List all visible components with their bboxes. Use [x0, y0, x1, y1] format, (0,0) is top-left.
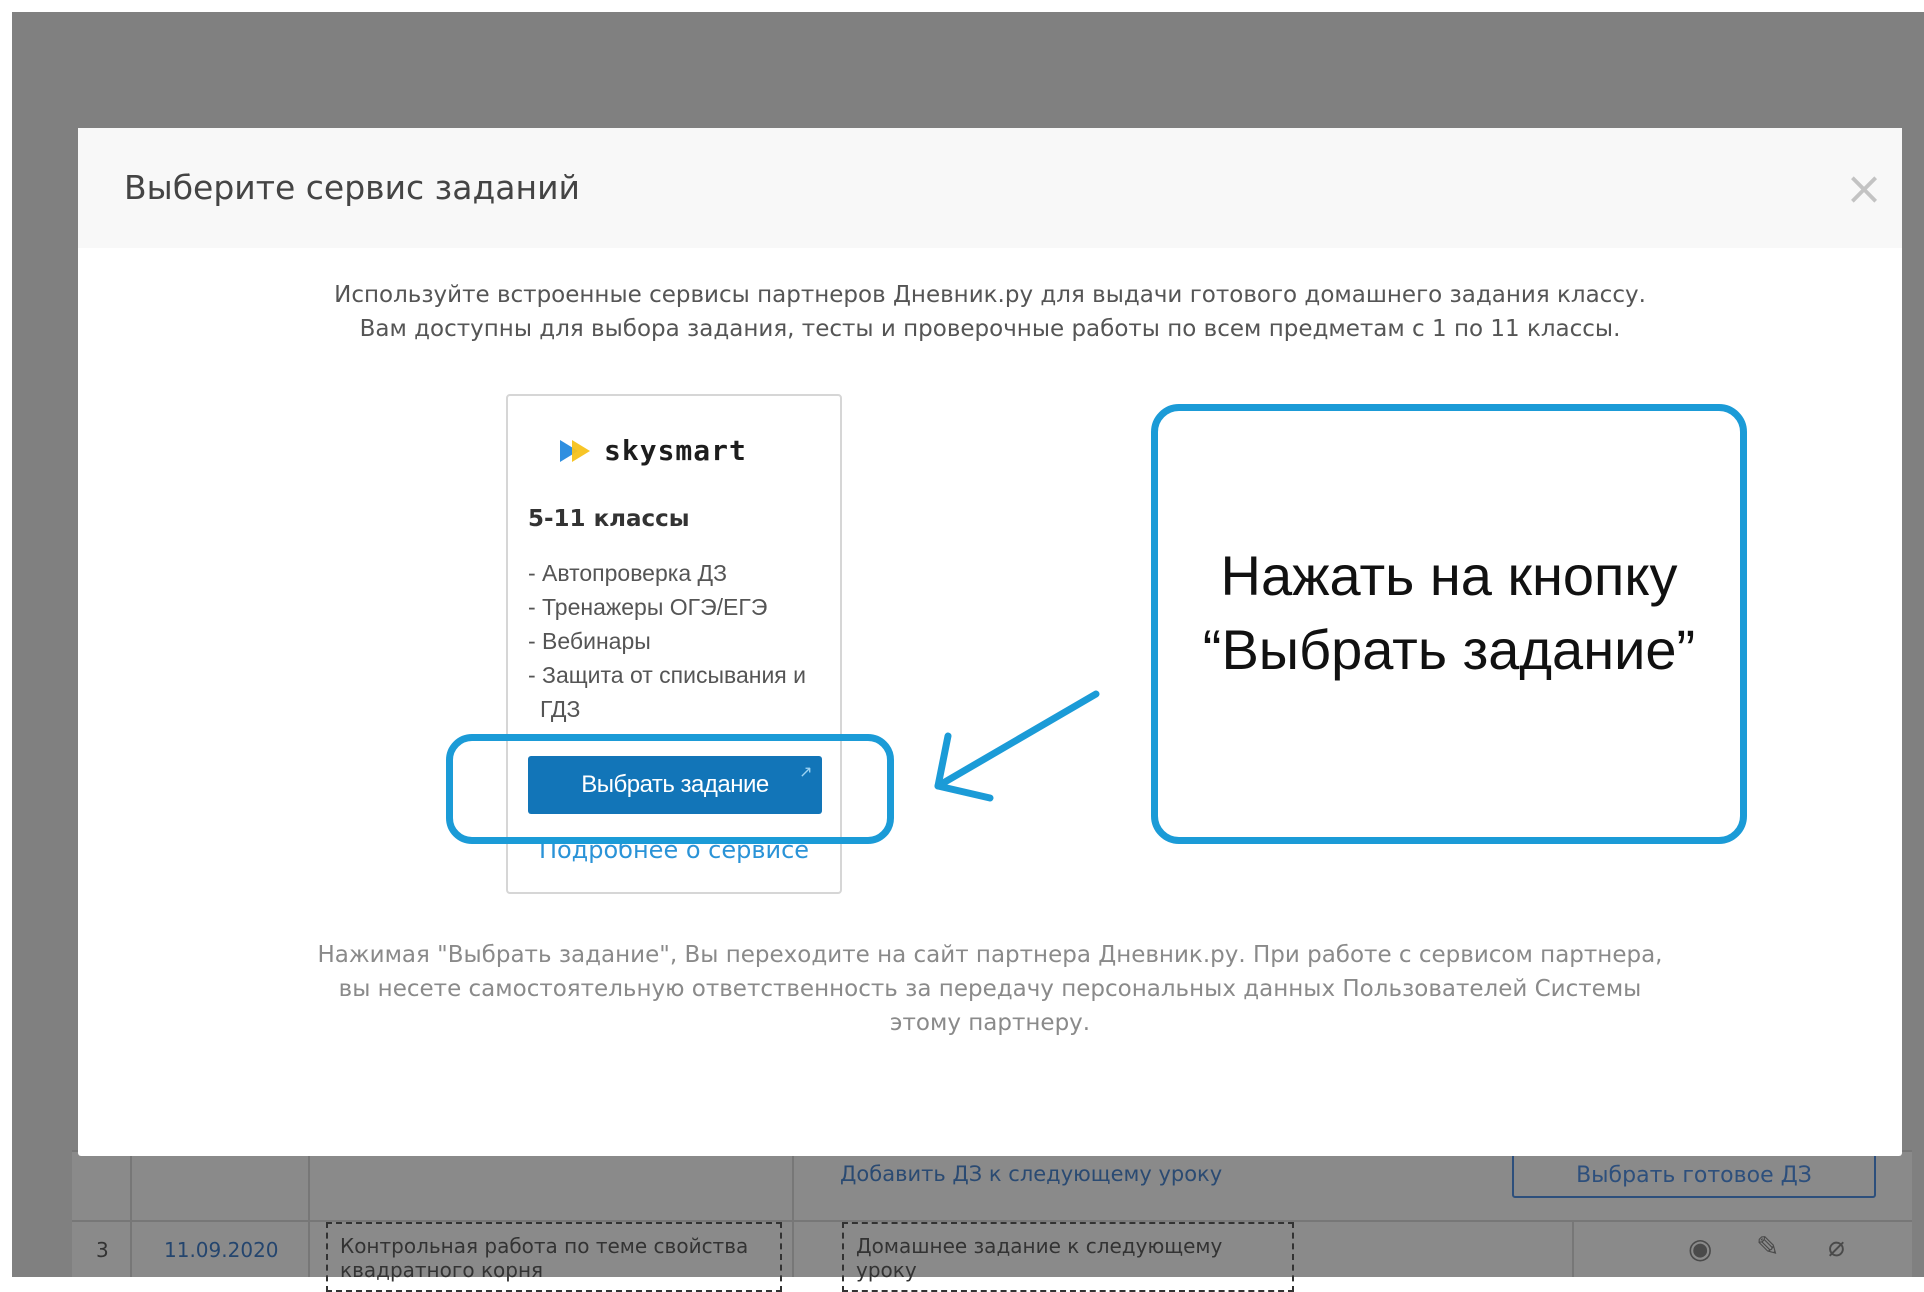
close-icon[interactable]: ×	[1844, 165, 1884, 211]
grades-label: 5-11 классы	[528, 506, 690, 532]
intro-line-1: Используйте встроенные сервисы партнеров…	[334, 282, 1646, 308]
table-line	[1572, 1220, 1574, 1277]
features-list: - Автопроверка ДЗ - Тренажеры ОГЭ/ЕГЭ - …	[528, 556, 830, 726]
annotation-line-1: Нажать на кнопку	[1220, 544, 1678, 607]
disclaimer-text: Нажимая "Выбрать задание", Вы переходите…	[78, 938, 1902, 1040]
annotation-arrow-icon	[934, 690, 1100, 802]
annotation-line-2: “Выбрать задание”	[1202, 618, 1696, 681]
skysmart-logo: skysmart	[558, 434, 747, 467]
page-top-edge	[0, 0, 1924, 12]
choose-ready-homework-button[interactable]: Выбрать готовое ДЗ	[1512, 1152, 1876, 1198]
annotation-highlight-frame	[446, 734, 894, 844]
row-date-link[interactable]: 11.09.2020	[164, 1238, 279, 1262]
homework-field[interactable]: Домашнее задание к следующему уроку	[842, 1222, 1294, 1292]
modal-header: Выберите сервис заданий ×	[78, 128, 1902, 248]
page-left-edge	[0, 0, 12, 1277]
feature-item: - Автопроверка ДЗ	[528, 560, 727, 586]
feature-item: - Вебинары	[528, 628, 651, 654]
annotation-callout: Нажать на кнопку “Выбрать задание”	[1151, 404, 1747, 844]
table-line	[130, 1150, 132, 1277]
table-line	[792, 1150, 794, 1277]
intro-text: Используйте встроенные сервисы партнеров…	[78, 278, 1902, 346]
disclaimer-line-1: Нажимая "Выбрать задание", Вы переходите…	[317, 942, 1663, 968]
skysmart-play-icon	[560, 439, 590, 462]
feature-item: - Тренажеры ОГЭ/ЕГЭ	[528, 594, 768, 620]
annotation-text: Нажать на кнопку “Выбрать задание”	[1158, 539, 1740, 687]
lesson-topic-field[interactable]: Контрольная работа по теме свойства квад…	[326, 1222, 782, 1292]
row-number: 3	[96, 1238, 109, 1262]
disclaimer-line-3: этому партнеру.	[889, 1010, 1091, 1036]
table-line	[308, 1150, 310, 1277]
attachment-paperclip-icon[interactable]: ⌀	[1828, 1230, 1845, 1263]
add-homework-link[interactable]: Добавить ДЗ к следующему уроку	[840, 1162, 1222, 1186]
disclaimer-line-2: вы несете самостоятельную ответственност…	[338, 976, 1642, 1002]
intro-line-2: Вам доступны для выбора задания, тесты и…	[359, 316, 1621, 342]
edit-pencil-icon[interactable]: ✎	[1756, 1230, 1779, 1263]
modal-title: Выберите сервис заданий	[124, 168, 580, 207]
view-eye-icon[interactable]: ◉	[1688, 1232, 1712, 1265]
feature-item: - Защита от списывания и ГДЗ	[528, 662, 806, 722]
logo-text: skysmart	[604, 434, 747, 467]
